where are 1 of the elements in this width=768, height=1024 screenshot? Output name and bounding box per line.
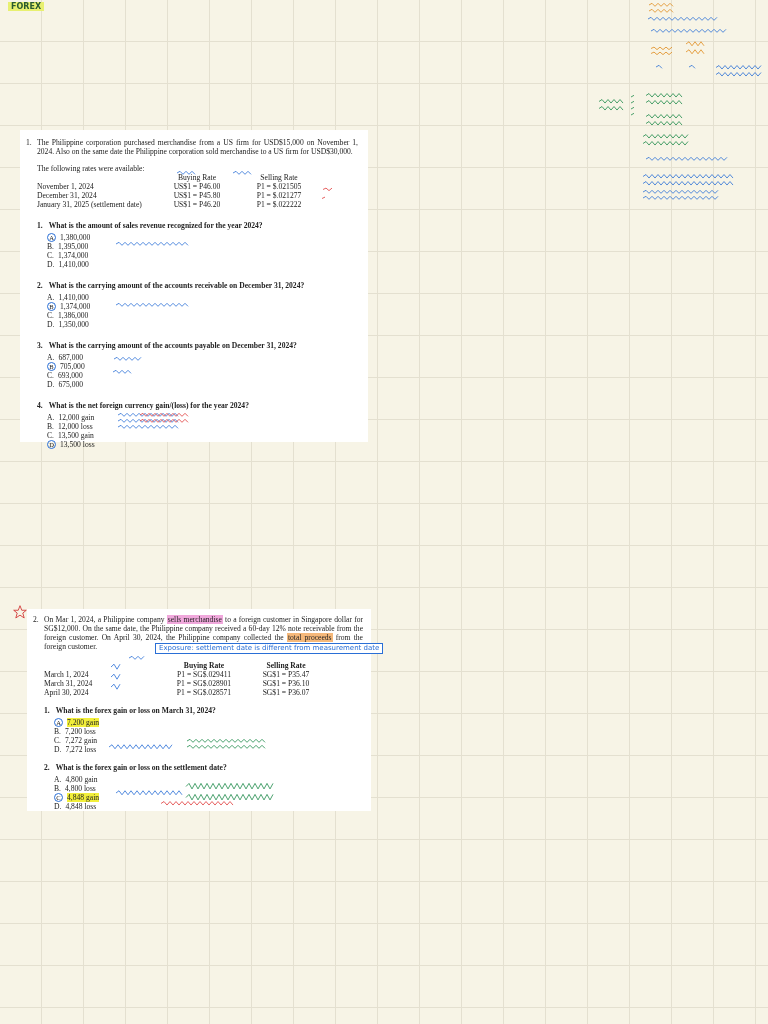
page-title: FOREX <box>8 2 45 11</box>
